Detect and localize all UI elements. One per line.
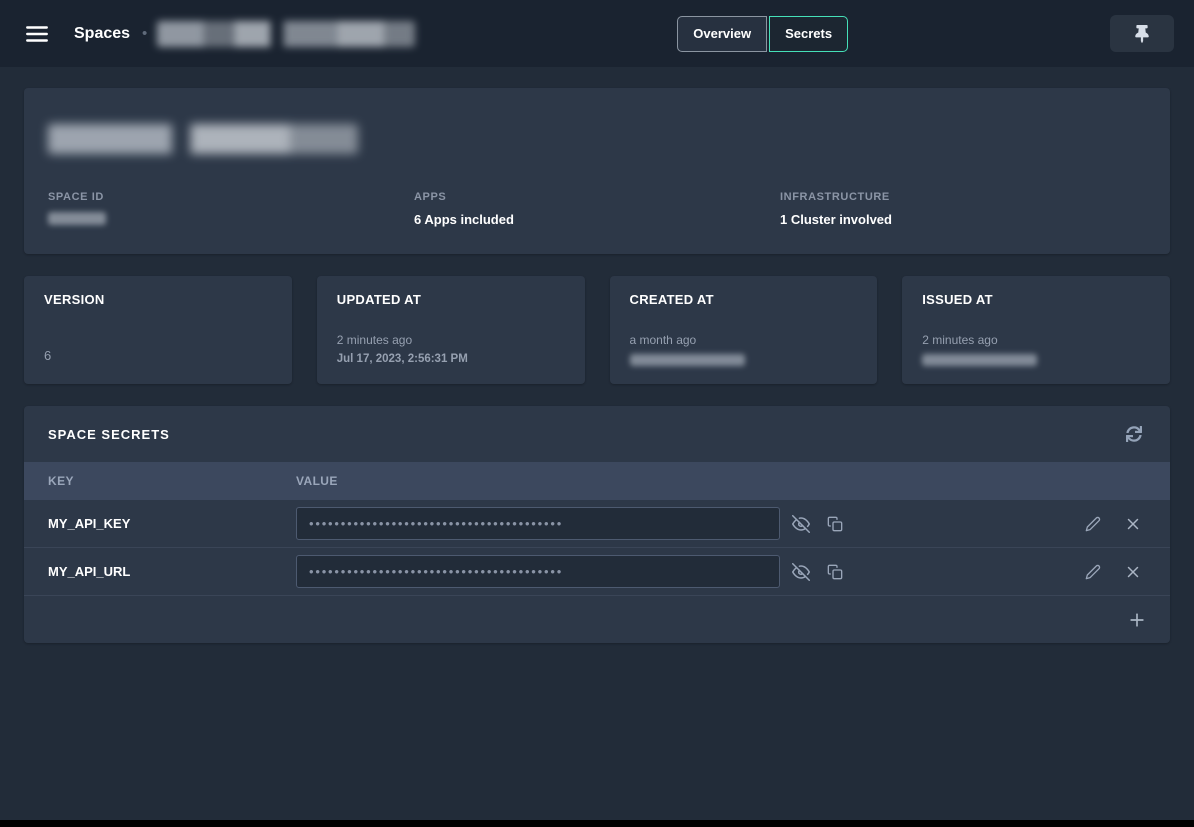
space-id-value-redacted — [48, 212, 106, 225]
field-value: 6 Apps included — [414, 212, 780, 227]
relative-time: 2 minutes ago — [337, 333, 565, 347]
timestamp-redacted — [922, 354, 1037, 366]
secrets-header: SPACE SECRETS — [24, 406, 1170, 462]
delete-secret-button[interactable] — [1120, 511, 1146, 537]
field-label: INFRASTRUCTURE — [780, 191, 1146, 203]
breadcrumb-separator: • — [142, 25, 147, 42]
column-header-value: VALUE — [296, 474, 338, 488]
field-infrastructure: INFRASTRUCTURE 1 Cluster involved — [780, 191, 1146, 227]
topbar: Spaces • Overview Secrets — [0, 0, 1194, 67]
field-value: 1 Cluster involved — [780, 212, 1146, 227]
refresh-icon — [1126, 426, 1142, 442]
field-space-id: SPACE ID — [48, 191, 414, 227]
tab-secrets[interactable]: Secrets — [769, 16, 848, 52]
column-header-key: KEY — [48, 474, 296, 488]
timestamp-redacted — [630, 354, 745, 366]
relative-time: a month ago — [630, 333, 858, 347]
secret-key: MY_API_URL — [48, 564, 296, 579]
copy-value-button[interactable] — [822, 559, 848, 585]
pencil-icon — [1085, 516, 1101, 532]
version-value: 6 — [44, 348, 272, 363]
x-icon — [1124, 515, 1142, 533]
stat-title: CREATED AT — [630, 292, 858, 307]
space-title-redacted — [48, 124, 358, 154]
pushpin-icon — [1135, 25, 1149, 43]
eye-off-icon — [792, 563, 810, 581]
edit-secret-button[interactable] — [1080, 559, 1106, 585]
copy-icon — [827, 564, 843, 580]
relative-time: 2 minutes ago — [922, 333, 1150, 347]
space-name-redacted — [157, 21, 415, 47]
menu-button[interactable] — [20, 17, 54, 51]
secrets-table-header: KEY VALUE — [24, 462, 1170, 500]
eye-off-icon — [792, 515, 810, 533]
page-title: Spaces — [74, 25, 130, 43]
stat-cards-row: VERSION 6 UPDATED AT 2 minutes ago Jul 1… — [24, 276, 1170, 384]
pencil-icon — [1085, 564, 1101, 580]
secret-key: MY_API_KEY — [48, 516, 296, 531]
field-label: SPACE ID — [48, 191, 414, 203]
pin-button[interactable] — [1110, 15, 1174, 52]
edit-secret-button[interactable] — [1080, 511, 1106, 537]
main-content: SPACE ID APPS 6 Apps included INFRASTRUC… — [0, 67, 1194, 643]
field-apps: APPS 6 Apps included — [414, 191, 780, 227]
stat-card-created-at: CREATED AT a month ago — [610, 276, 878, 384]
tab-overview[interactable]: Overview — [677, 16, 767, 52]
add-secret-button[interactable] — [1124, 607, 1150, 633]
copy-value-button[interactable] — [822, 511, 848, 537]
stat-card-issued-at: ISSUED AT 2 minutes ago — [902, 276, 1170, 384]
secrets-title: SPACE SECRETS — [48, 427, 170, 442]
x-icon — [1124, 563, 1142, 581]
secret-row-my-api-key: MY_API_KEY — [24, 500, 1170, 548]
reveal-value-button[interactable] — [788, 559, 814, 585]
secret-row-my-api-url: MY_API_URL — [24, 548, 1170, 596]
space-overview-card: SPACE ID APPS 6 Apps included INFRASTRUC… — [24, 88, 1170, 254]
stat-card-updated-at: UPDATED AT 2 minutes ago Jul 17, 2023, 2… — [317, 276, 585, 384]
plus-icon — [1127, 610, 1147, 630]
delete-secret-button[interactable] — [1120, 559, 1146, 585]
overview-fields: SPACE ID APPS 6 Apps included INFRASTRUC… — [48, 191, 1146, 227]
bottom-edge-bar — [0, 820, 1194, 827]
secret-value-input[interactable] — [296, 555, 780, 588]
timestamp: Jul 17, 2023, 2:56:31 PM — [337, 353, 565, 366]
hamburger-icon — [24, 21, 50, 47]
stat-title: UPDATED AT — [337, 292, 565, 307]
field-label: APPS — [414, 191, 780, 203]
view-tabs: Overview Secrets — [677, 16, 848, 52]
stat-card-version: VERSION 6 — [24, 276, 292, 384]
secret-value-input[interactable] — [296, 507, 780, 540]
refresh-button[interactable] — [1122, 422, 1146, 446]
stat-title: ISSUED AT — [922, 292, 1150, 307]
copy-icon — [827, 516, 843, 532]
secrets-footer — [24, 596, 1170, 643]
stat-title: VERSION — [44, 292, 272, 307]
reveal-value-button[interactable] — [788, 511, 814, 537]
space-secrets-card: SPACE SECRETS KEY VALUE MY_API_KEY — [24, 406, 1170, 643]
